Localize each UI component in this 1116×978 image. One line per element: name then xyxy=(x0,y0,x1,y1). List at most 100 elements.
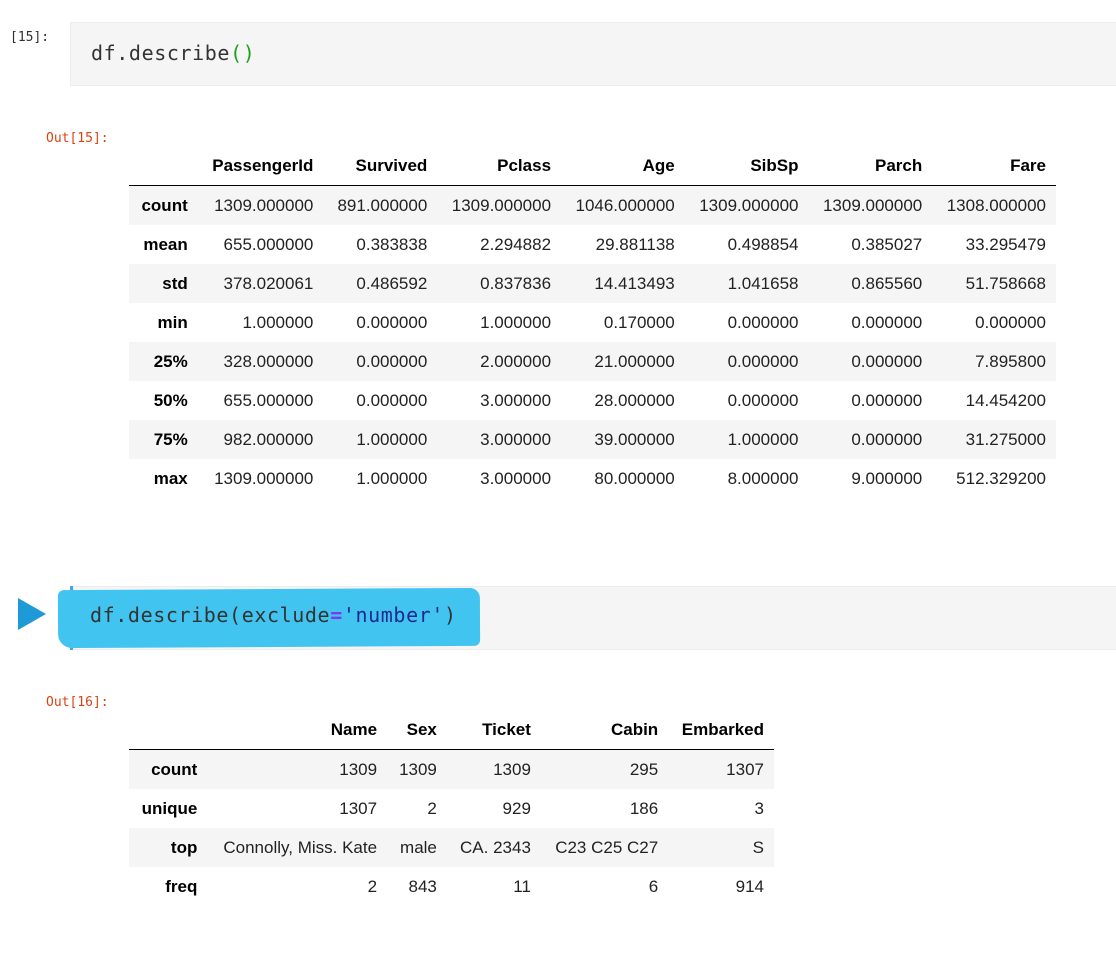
table-cell: 1.000000 xyxy=(242,312,314,332)
table-cell: 1309.000000 xyxy=(451,195,552,215)
code-cell-describe[interactable]: df.describe() xyxy=(70,22,1116,86)
table-cell: 3.000000 xyxy=(480,468,552,488)
table-cell: 891.000000 xyxy=(337,195,428,215)
table-cell: 1046.000000 xyxy=(575,195,675,215)
table-cell: 0.000000 xyxy=(851,390,923,410)
table-cell: 28.000000 xyxy=(594,390,675,410)
table-cell: 1.000000 xyxy=(356,429,428,449)
table-cell: 14.454200 xyxy=(965,390,1046,410)
input-prompt-15: [15]: xyxy=(10,30,50,45)
row-label: top xyxy=(170,837,198,857)
table-cell: 8.000000 xyxy=(727,468,799,488)
table-cell: 14.413493 xyxy=(594,273,675,293)
column-header: Name xyxy=(207,710,388,750)
table-row: 50% 655.000000 0.000000 3.000000 28.000000 0.… xyxy=(129,381,1056,420)
table-cell: 0.865560 xyxy=(851,273,923,293)
output-prompt-15: Out[15]: xyxy=(46,131,109,146)
code-function: df.describe( xyxy=(90,603,242,627)
table-cell: 1309.000000 xyxy=(822,195,923,215)
table-cell: 655.000000 xyxy=(223,390,314,410)
table-header-row: Name Sex Ticket Cabin Embarked xyxy=(129,710,774,750)
table-cell: 0.837836 xyxy=(480,273,552,293)
table-row: count 1309 1309 1309 295 1307 xyxy=(129,749,774,789)
row-label: std xyxy=(162,273,188,293)
table-cell: 0.000000 xyxy=(356,312,428,332)
code-text[interactable]: df.describe() xyxy=(91,41,255,65)
table-cell: 929 xyxy=(502,798,531,818)
table-cell: 0.383838 xyxy=(356,234,428,254)
row-label: 75% xyxy=(153,429,188,449)
table-cell: 31.275000 xyxy=(965,429,1046,449)
table-row: 25% 328.000000 0.000000 2.000000 21.000000 0.… xyxy=(129,342,1056,381)
column-header: Ticket xyxy=(446,710,541,750)
output-prompt-16: Out[16]: xyxy=(46,695,109,710)
table-cell: 1307 xyxy=(339,798,378,818)
table-cell: 51.758668 xyxy=(965,273,1046,293)
table-row: std 378.020061 0.486592 0.837836 14.413493 1.… xyxy=(129,264,1056,303)
column-header: Age xyxy=(561,146,685,186)
table-cell: 0.000000 xyxy=(356,351,428,371)
table-cell: S xyxy=(752,837,764,857)
table-cell: 0.498854 xyxy=(727,234,799,254)
table-cell: Connolly, Miss. Kate xyxy=(223,837,378,857)
row-label: 25% xyxy=(153,351,188,371)
table-cell: 982.000000 xyxy=(223,429,314,449)
table-cell: 1.041658 xyxy=(727,273,799,293)
table-cell: 2.294882 xyxy=(480,234,552,254)
code-function: df.describe xyxy=(91,41,231,65)
row-label: max xyxy=(153,468,188,488)
row-label: unique xyxy=(141,798,198,818)
table-cell: 0.000000 xyxy=(851,351,923,371)
column-header: Survived xyxy=(323,146,438,186)
table-cell: 21.000000 xyxy=(594,351,675,371)
table-cell: 1309 xyxy=(399,759,437,779)
table-row: freq 2 843 11 6 914 xyxy=(129,867,774,906)
table-cell: 1.000000 xyxy=(356,468,428,488)
table-cell: 655.000000 xyxy=(223,234,314,254)
table-cell: 914 xyxy=(735,876,764,896)
run-cell-button[interactable] xyxy=(18,598,46,630)
code-string: 'number' xyxy=(342,603,444,627)
table-cell: 1.000000 xyxy=(480,312,552,332)
table-cell: 0.000000 xyxy=(727,390,799,410)
row-label: freq xyxy=(165,876,198,896)
table-cell: 328.000000 xyxy=(223,351,314,371)
table-cell: 33.295479 xyxy=(965,234,1046,254)
index-header xyxy=(129,710,208,750)
column-header: Parch xyxy=(808,146,933,186)
column-header: PassengerId xyxy=(197,146,324,186)
column-header: Embarked xyxy=(668,710,774,750)
code-text-exclude[interactable]: df.describe(exclude='number') xyxy=(90,603,457,627)
column-header: Fare xyxy=(932,146,1056,186)
table-cell: 186 xyxy=(629,798,659,818)
table-cell: 2.000000 xyxy=(480,351,552,371)
table-cell: 7.895800 xyxy=(975,351,1046,371)
table-cell: 3.000000 xyxy=(480,429,552,449)
table-cell: 1307 xyxy=(726,759,764,779)
describe-exclude-output-table: Name Sex Ticket Cabin Embarked count 1309 1309… xyxy=(129,710,774,906)
table-row: top Connolly, Miss. Kate male CA. 2343 C23 C… xyxy=(129,828,774,867)
table-cell: 0.385027 xyxy=(851,234,923,254)
table-cell: CA. 2343 xyxy=(460,837,531,857)
code-arg: exclude xyxy=(241,603,331,627)
table-cell: 1309.000000 xyxy=(214,195,314,215)
table-cell: 378.020061 xyxy=(223,273,314,293)
table-row: min 1.000000 0.000000 1.000000 0.170000 0.000… xyxy=(129,303,1056,342)
row-label: 50% xyxy=(153,390,188,410)
table-cell: 1309.000000 xyxy=(699,195,799,215)
row-label: mean xyxy=(143,234,188,254)
table-cell: 80.000000 xyxy=(594,468,675,488)
table-cell: 0.000000 xyxy=(851,429,923,449)
table-cell: 1309.000000 xyxy=(214,468,314,488)
code-parens: () xyxy=(230,41,256,65)
table-cell: 295 xyxy=(629,759,659,779)
column-header: SibSp xyxy=(684,146,809,186)
row-label: count xyxy=(151,759,198,779)
table-cell: 0.000000 xyxy=(727,312,799,332)
row-label: min xyxy=(157,312,188,332)
table-row: mean 655.000000 0.383838 2.294882 29.881138 0… xyxy=(129,225,1056,264)
column-header: Pclass xyxy=(437,146,562,186)
table-cell: 1309 xyxy=(339,759,378,779)
table-cell: 3.000000 xyxy=(480,390,552,410)
table-cell: C23 C25 C27 xyxy=(555,837,659,857)
